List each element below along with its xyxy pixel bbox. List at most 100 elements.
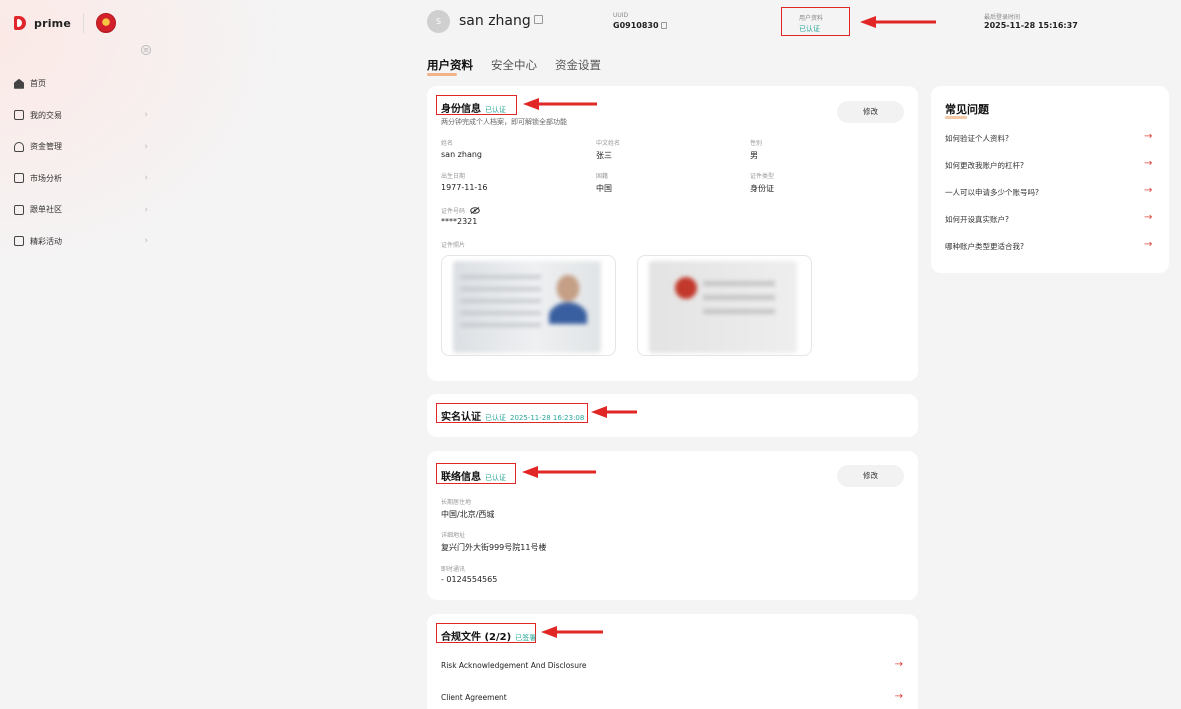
realname-status: 已认证 xyxy=(485,414,506,422)
sidebar-item-funds[interactable]: 资金管理 › xyxy=(0,131,170,163)
arrow-right-icon: → xyxy=(1144,212,1153,223)
faq-item[interactable]: 哪种账户类型更适合我? → xyxy=(945,239,1155,252)
realname-title-text: 实名认证 xyxy=(441,412,481,423)
sidebar-item-trade[interactable]: 我的交易 › xyxy=(0,100,170,132)
brand-logo[interactable]: prime xyxy=(14,13,116,33)
edit-name-icon[interactable] xyxy=(533,15,543,24)
chevron-right-icon: › xyxy=(144,204,148,215)
home-icon xyxy=(14,78,24,89)
doc-row-client-agreement[interactable]: Client Agreement → xyxy=(441,691,903,702)
copy-icon[interactable] xyxy=(660,22,667,29)
dob-value: 1977-11-16 xyxy=(441,183,488,192)
faq-item-text: 如何验证个人资料? xyxy=(945,134,1009,143)
community-icon xyxy=(14,204,24,215)
gift-icon xyxy=(14,236,24,247)
address-value: 复兴门外大街999号院11号楼 xyxy=(441,543,547,552)
identity-status: 已认证 xyxy=(485,106,506,114)
id-photo-back[interactable] xyxy=(637,255,812,356)
eye-hidden-icon[interactable] xyxy=(470,207,480,214)
contact-edit-button[interactable]: 修改 xyxy=(837,465,904,487)
compliance-title-text: 合规文件 (2/2) xyxy=(441,632,512,643)
sidebar-item-community[interactable]: 跟单社区 › xyxy=(0,194,170,226)
compliance-card: 合规文件 (2/2) 已签署 Risk Acknowledgement And D… xyxy=(427,614,918,709)
collapse-sidebar-icon[interactable]: ≡ xyxy=(141,45,151,55)
idtype-label: 证件类型 xyxy=(750,173,775,180)
realname-title: 实名认证 已认证 2025-11-28 16:23:08 xyxy=(441,408,584,423)
im-value: - 0124554565 xyxy=(441,575,498,584)
arrow-right-icon: → xyxy=(1144,131,1153,142)
residence-label: 长期居住地 xyxy=(441,499,472,506)
tab-funds-settings[interactable]: 资金设置 xyxy=(555,57,601,73)
sidebar-nav: 首页 我的交易 › 资金管理 › 市场分析 › 跟单社区 › 精彩活动 › xyxy=(0,68,170,257)
annotation-arrow xyxy=(522,466,596,478)
username-text: san zhang xyxy=(459,13,531,29)
gender-label: 性别 xyxy=(750,140,763,147)
id-card-front-image xyxy=(453,261,601,353)
faq-item[interactable]: 如何更改我账户的杠杆? → xyxy=(945,158,1155,171)
contact-card: 联络信息 已认证 修改 长期居住地 中国/北京/西城 详细地址 复兴门外大街999… xyxy=(427,451,918,600)
identity-edit-button[interactable]: 修改 xyxy=(837,101,904,123)
annotation-arrow xyxy=(523,98,597,110)
idno-value: ****2321 xyxy=(441,217,478,226)
sidebar-item-label: 资金管理 xyxy=(30,142,62,152)
trade-icon xyxy=(14,110,24,121)
doc-title: Client Agreement xyxy=(441,693,507,702)
faq-card: 常见问题 如何验证个人资料? → 如何更改我账户的杠杆? → 一人可以申请多少个… xyxy=(931,86,1169,273)
sidebar-item-label: 我的交易 xyxy=(30,110,62,120)
chevron-right-icon: › xyxy=(144,236,148,247)
faq-item-text: 一人可以申请多少个账号吗? xyxy=(945,188,1039,197)
idno-label: 证件号码 xyxy=(441,206,480,215)
annotation-arrow xyxy=(860,16,936,28)
tab-security[interactable]: 安全中心 xyxy=(491,57,537,73)
identity-card: 身份信息 已认证 两分钟完成个人档案，即可解锁全部功能 修改 姓名 san zha… xyxy=(427,86,918,381)
sidebar-item-events[interactable]: 精彩活动 › xyxy=(0,226,170,258)
arrow-right-icon: → xyxy=(1144,185,1153,196)
id-card-back-image xyxy=(649,261,797,353)
contact-title: 联络信息 已认证 xyxy=(441,468,506,483)
nationality-value: 中国 xyxy=(596,184,612,193)
faq-title-underline xyxy=(945,116,967,119)
arrow-right-icon: → xyxy=(894,691,903,702)
address-label: 详细地址 xyxy=(441,532,466,539)
profile-status-value: 已认证 xyxy=(799,25,820,33)
wallet-icon xyxy=(14,141,24,152)
chevron-right-icon: › xyxy=(144,110,148,121)
residence-value: 中国/北京/西城 xyxy=(441,510,495,519)
uuid-value: G0910830 xyxy=(613,21,667,30)
faq-item-text: 如何开设真实账户? xyxy=(945,215,1009,224)
chevron-right-icon: › xyxy=(144,173,148,184)
id-photo-front[interactable] xyxy=(441,255,616,356)
name-value: san zhang xyxy=(441,150,483,159)
arrow-right-icon: → xyxy=(894,659,903,670)
compliance-status: 已签署 xyxy=(515,634,537,642)
username: san zhang xyxy=(459,13,543,29)
sidebar-item-home[interactable]: 首页 xyxy=(0,68,170,100)
tab-profile[interactable]: 用户资料 xyxy=(427,57,473,76)
faq-item-text: 如何更改我账户的杠杆? xyxy=(945,161,1024,170)
annotation-arrow xyxy=(591,406,637,418)
faq-item[interactable]: 如何开设真实账户? → xyxy=(945,212,1155,225)
profile-tabs: 用户资料 安全中心 资金设置 xyxy=(427,57,601,76)
sidebar-item-label: 精彩活动 xyxy=(30,236,62,246)
uuid-label: UUID xyxy=(613,12,629,19)
sidebar-item-label: 首页 xyxy=(30,79,46,89)
arrow-right-icon: → xyxy=(1144,239,1153,250)
sidebar-item-market[interactable]: 市场分析 › xyxy=(0,163,170,195)
annotation-arrow xyxy=(541,626,603,638)
last-login-label: 最后登录时间 xyxy=(984,14,1021,21)
chart-icon xyxy=(14,173,24,184)
identity-title-text: 身份信息 xyxy=(441,104,481,115)
faq-item[interactable]: 一人可以申请多少个账号吗? → xyxy=(945,185,1155,198)
im-label: 即时通讯 xyxy=(441,566,466,573)
profile-status-highlight: 用户资料 已认证 xyxy=(781,7,850,36)
doc-row-risk[interactable]: Risk Acknowledgement And Disclosure → xyxy=(441,659,903,670)
uuid-text: G0910830 xyxy=(613,21,659,30)
avatar[interactable]: S xyxy=(427,10,450,33)
cn-name-value: 张三 xyxy=(596,151,612,160)
contact-title-text: 联络信息 xyxy=(441,472,481,483)
contact-status: 已认证 xyxy=(485,474,506,482)
idno-label-text: 证件号码 xyxy=(441,208,466,215)
faq-item[interactable]: 如何验证个人资料? → xyxy=(945,131,1155,144)
identity-hint: 两分钟完成个人档案，即可解锁全部功能 xyxy=(441,118,567,126)
compliance-title: 合规文件 (2/2) 已签署 xyxy=(441,628,536,643)
